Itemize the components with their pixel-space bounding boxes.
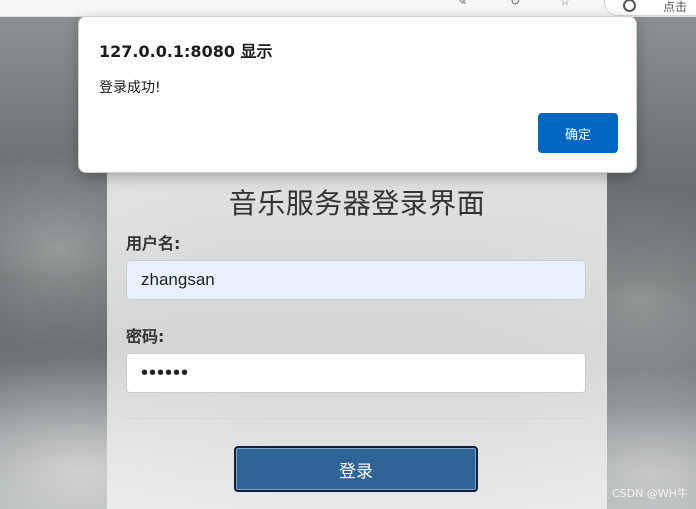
search-box[interactable]: 点击: [604, 0, 696, 16]
browser-toolbar: ✎ ↻ ☆ 点击: [0, 0, 696, 17]
password-input[interactable]: [126, 353, 586, 393]
ok-button[interactable]: 确定: [538, 113, 618, 153]
search-hint: 点击: [663, 0, 688, 14]
alert-title: 127.0.0.1:8080 显示: [99, 42, 273, 61]
password-label: 密码:: [126, 327, 165, 346]
favorite-icon[interactable]: ☆: [558, 0, 572, 8]
watermark: CSDN @WH牛: [611, 487, 688, 500]
pen-icon[interactable]: ✎: [455, 0, 469, 8]
login-button[interactable]: 登录: [234, 446, 478, 492]
divider: [126, 418, 586, 419]
alert-dialog: 127.0.0.1:8080 显示 登录成功! 确定: [78, 16, 637, 173]
refresh-icon[interactable]: ↻: [508, 0, 522, 8]
login-panel: 音乐服务器登录界面 用户名: 密码: 登录: [107, 150, 607, 509]
username-label: 用户名:: [126, 234, 181, 253]
alert-message: 登录成功!: [99, 80, 161, 96]
username-input[interactable]: [126, 260, 586, 300]
search-icon: [623, 0, 636, 12]
login-title: 音乐服务器登录界面: [228, 187, 486, 220]
